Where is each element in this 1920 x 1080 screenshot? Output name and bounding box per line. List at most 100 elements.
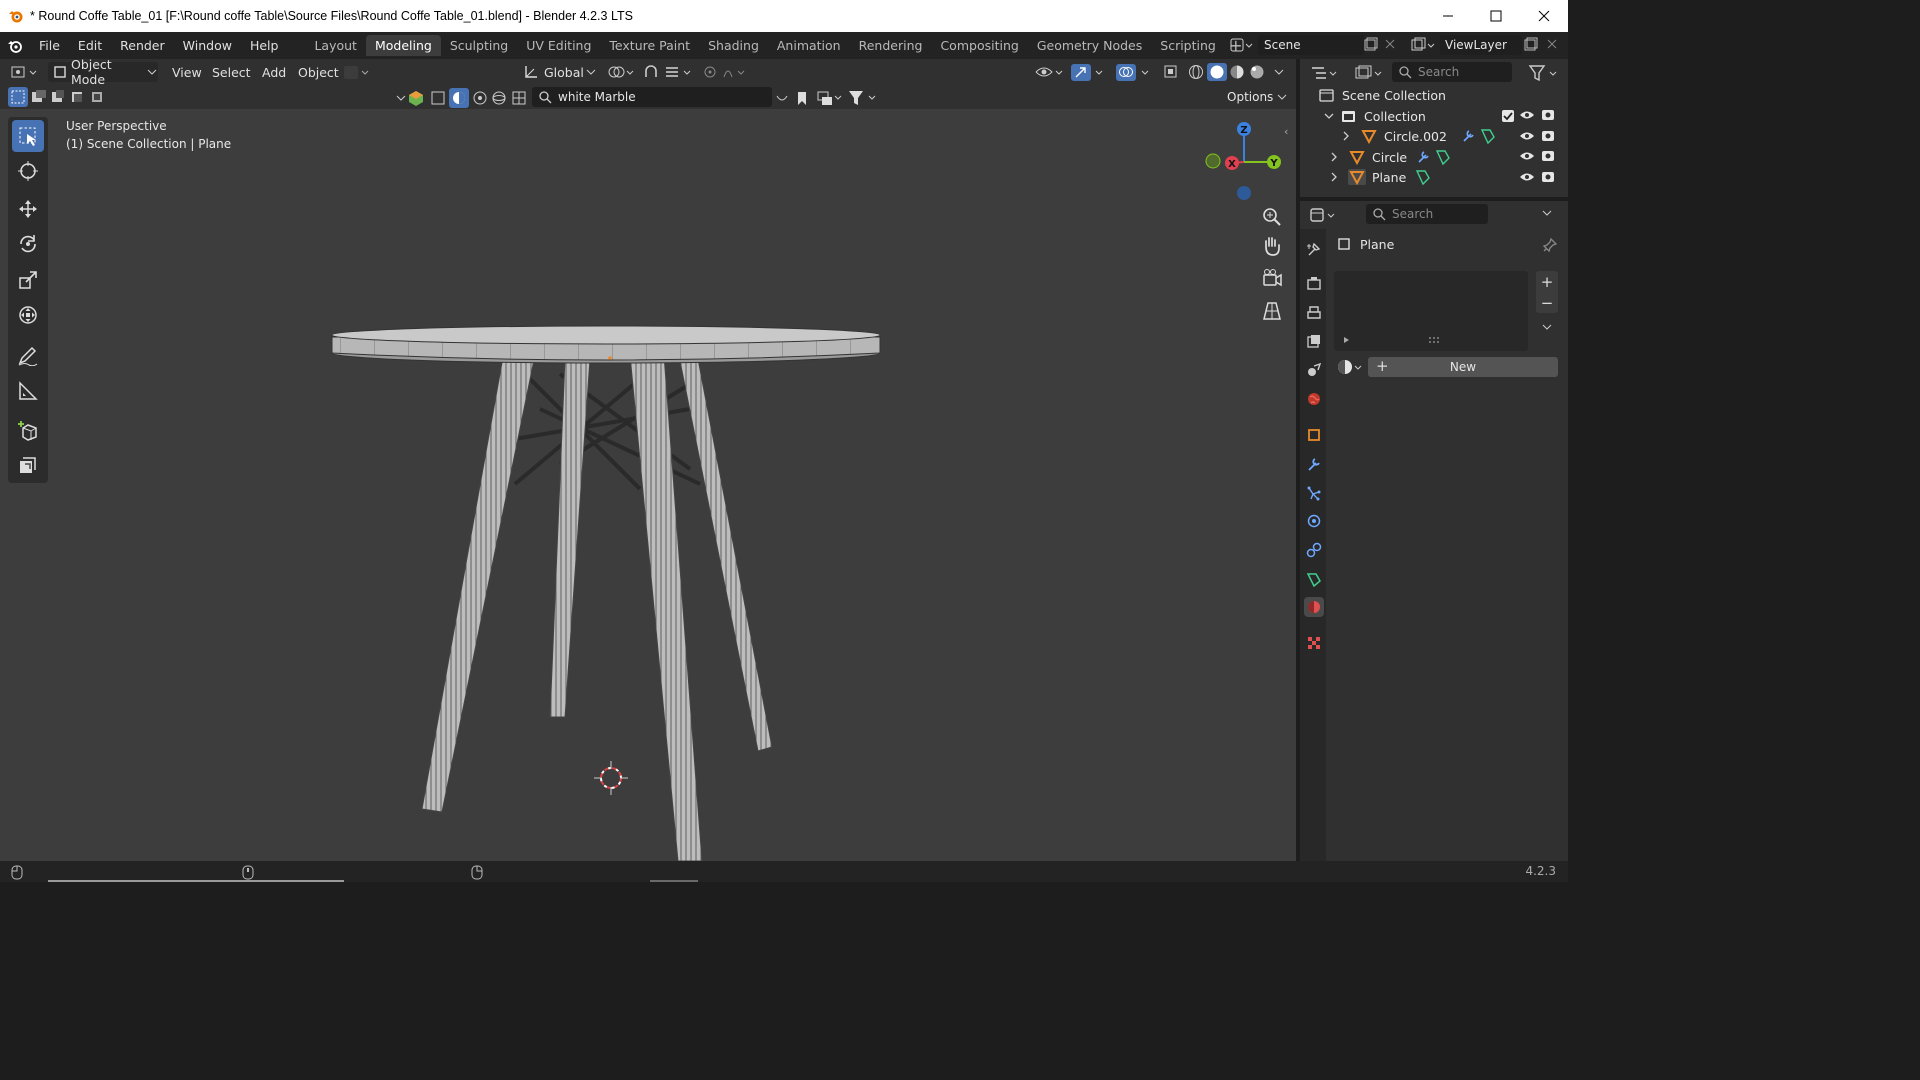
- outliner-scene-collection[interactable]: Scene Collection: [1318, 85, 1568, 105]
- menu-file[interactable]: File: [30, 38, 69, 53]
- outliner-editor-type-icon[interactable]: [1308, 63, 1348, 83]
- outliner-search-field[interactable]: Search: [1392, 62, 1512, 82]
- list-expand-icon[interactable]: [1342, 335, 1352, 345]
- filter-icon[interactable]: [1528, 63, 1562, 86]
- texture-tab-icon[interactable]: [1304, 633, 1324, 653]
- minimize-icon[interactable]: [1424, 0, 1472, 32]
- view-layer-field[interactable]: ViewLayer: [1440, 35, 1522, 55]
- tab-animation[interactable]: Animation: [768, 35, 850, 56]
- zoom-icon[interactable]: [1260, 205, 1284, 232]
- shading-options-chevron-icon[interactable]: [1272, 62, 1288, 82]
- expand-chevron-icon[interactable]: [1340, 129, 1352, 143]
- menu-help[interactable]: Help: [241, 38, 288, 53]
- visibility-toggles[interactable]: [1518, 107, 1562, 191]
- scene-tab-icon[interactable]: [1304, 360, 1324, 380]
- output-tab-icon[interactable]: [1304, 302, 1324, 322]
- tab-geometry-nodes[interactable]: Geometry Nodes: [1028, 35, 1151, 56]
- transform-tool-icon[interactable]: [12, 299, 44, 331]
- tab-sculpting[interactable]: Sculpting: [441, 35, 517, 56]
- new-material-button[interactable]: + New: [1368, 357, 1558, 377]
- view-layer-tab-icon[interactable]: [1304, 331, 1324, 351]
- add-cube-tool-icon[interactable]: [12, 415, 44, 447]
- gizmo-toggle[interactable]: [1070, 62, 1108, 82]
- options-dropdown[interactable]: Options: [1220, 87, 1288, 107]
- menu-object[interactable]: Object: [298, 62, 339, 82]
- expand-chevron-icon[interactable]: [1328, 150, 1340, 164]
- menu-window[interactable]: Window: [174, 38, 241, 53]
- add-slot-icon[interactable]: +: [1536, 271, 1558, 292]
- selection-mode-buttons[interactable]: [8, 87, 108, 107]
- tab-modeling[interactable]: Modeling: [365, 35, 441, 56]
- scale-tool-icon[interactable]: [12, 264, 44, 296]
- tab-shading[interactable]: Shading: [699, 35, 768, 56]
- mesh-data-tab-icon[interactable]: [1304, 569, 1324, 589]
- pivot-point-dropdown[interactable]: [606, 62, 636, 82]
- move-tool-icon[interactable]: [12, 193, 44, 225]
- properties-options-chevron-icon[interactable]: [1540, 207, 1554, 222]
- visibility-dropdown[interactable]: [1034, 62, 1066, 82]
- tab-scripting[interactable]: Scripting: [1151, 35, 1225, 56]
- close-icon[interactable]: [1520, 0, 1568, 32]
- modifier-tab-icon[interactable]: [1304, 454, 1324, 474]
- display-mode-dropdown[interactable]: [1352, 63, 1386, 83]
- tab-layout[interactable]: Layout: [305, 35, 366, 56]
- navigation-gizmo[interactable]: Z X Y: [1196, 117, 1286, 213]
- browse-material-icon[interactable]: [1336, 357, 1366, 377]
- slot-specials-chevron-icon[interactable]: [1540, 321, 1554, 336]
- properties-editor-type-icon[interactable]: [1308, 205, 1342, 225]
- constraints-tab-icon[interactable]: [1304, 540, 1324, 560]
- new-scene-icon[interactable]: [1362, 37, 1378, 56]
- 3d-cursor-icon[interactable]: [594, 761, 628, 795]
- delete-scene-icon[interactable]: [1383, 37, 1397, 54]
- tool-tab-icon[interactable]: [1304, 239, 1324, 259]
- material-search-field[interactable]: white Marble: [532, 87, 772, 107]
- material-tools-group[interactable]: [394, 88, 534, 108]
- perspective-toggle-icon[interactable]: [1260, 299, 1284, 326]
- extrude-tool-icon[interactable]: [12, 449, 44, 481]
- asset-browser-tools[interactable]: [774, 88, 884, 108]
- menu-render[interactable]: Render: [111, 38, 174, 53]
- menu-add[interactable]: Add: [262, 62, 286, 82]
- camera-view-icon[interactable]: [1260, 267, 1284, 294]
- world-tab-icon[interactable]: [1304, 389, 1324, 409]
- menu-select[interactable]: Select: [212, 62, 251, 82]
- properties-search-field[interactable]: Search: [1366, 204, 1488, 224]
- maximize-icon[interactable]: [1472, 0, 1520, 32]
- object-mode-dropdown[interactable]: Object Mode: [48, 57, 158, 87]
- scene-selector-icon[interactable]: [1226, 35, 1256, 55]
- select-box-tool-icon[interactable]: [12, 120, 44, 152]
- resize-grip-icon[interactable]: [1428, 335, 1440, 345]
- 3d-viewport[interactable]: User Perspective (1) Scene Collection | …: [0, 109, 1296, 861]
- pan-hand-icon[interactable]: [1260, 235, 1284, 262]
- blender-menu-icon[interactable]: [0, 38, 30, 54]
- remove-slot-icon[interactable]: −: [1536, 292, 1558, 313]
- snap-dropdown[interactable]: [642, 62, 694, 82]
- scene-name-field[interactable]: Scene: [1258, 35, 1364, 55]
- sidebar-toggle-chevron-icon[interactable]: ‹: [1284, 125, 1288, 138]
- expand-chevron-icon[interactable]: [1328, 170, 1340, 184]
- tab-compositing[interactable]: Compositing: [931, 35, 1027, 56]
- proportional-mode-dropdown[interactable]: [342, 62, 374, 82]
- delete-view-layer-icon[interactable]: [1545, 37, 1559, 54]
- tab-rendering[interactable]: Rendering: [850, 35, 932, 56]
- xray-toggle-icon[interactable]: [1162, 62, 1182, 82]
- menu-edit[interactable]: Edit: [69, 38, 111, 53]
- editor-type-icon[interactable]: [10, 62, 42, 82]
- tab-uv-editing[interactable]: UV Editing: [517, 35, 600, 56]
- measure-tool-icon[interactable]: [12, 375, 44, 407]
- object-tab-icon[interactable]: [1304, 425, 1324, 445]
- outliner-item-circle-002[interactable]: Circle.002: [1340, 126, 1540, 146]
- physics-tab-icon[interactable]: [1304, 511, 1324, 531]
- collection-exclude-checkbox[interactable]: [1501, 109, 1515, 126]
- particles-tab-icon[interactable]: [1304, 483, 1324, 503]
- menu-view[interactable]: View: [172, 62, 202, 82]
- new-view-layer-icon[interactable]: [1522, 37, 1538, 56]
- view-layer-selector-icon[interactable]: [1408, 35, 1438, 55]
- annotate-tool-icon[interactable]: [12, 339, 44, 371]
- overlays-toggle[interactable]: [1115, 62, 1155, 82]
- cursor-tool-icon[interactable]: [12, 155, 44, 187]
- coffee-table-model[interactable]: [0, 109, 1296, 861]
- expand-chevron-icon[interactable]: [1322, 109, 1336, 123]
- proportional-editing-dropdown[interactable]: [700, 62, 752, 82]
- transform-orientation-dropdown[interactable]: Global: [522, 62, 598, 82]
